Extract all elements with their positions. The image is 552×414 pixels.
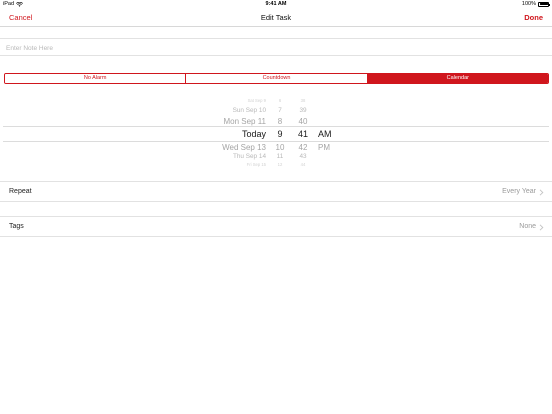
picker-minute-item[interactable]: 42 <box>291 143 315 152</box>
segment-calendar[interactable]: Calendar <box>367 74 548 83</box>
picker-minute-item[interactable]: 38 <box>291 98 315 103</box>
picker-date-item[interactable]: Sun Sep 10 <box>233 107 266 114</box>
battery-fill <box>539 3 548 5</box>
picker-date-item[interactable]: Wed Sep 13 <box>222 143 266 152</box>
picker-minute-item[interactable]: 44 <box>291 162 315 167</box>
note-row <box>0 38 552 56</box>
picker-hour-item[interactable]: 12 <box>268 162 292 167</box>
alarm-mode-segmented-control: No Alarm Countdown Calendar <box>4 73 549 84</box>
repeat-value: Every Year <box>502 188 536 195</box>
battery-tip <box>549 3 550 6</box>
picker-minute-item[interactable]: 43 <box>291 153 315 160</box>
tags-value: None <box>519 223 536 230</box>
picker-date-item[interactable]: Sat Sep 9 <box>248 98 266 103</box>
page-title: Edit Task <box>260 13 292 22</box>
picker-ampm-item[interactable]: PM <box>318 143 330 152</box>
picker-minute-column[interactable]: 38 39 40 41 42 43 44 <box>291 98 315 170</box>
picker-minute-item[interactable]: 39 <box>291 107 315 114</box>
picker-date-column[interactable]: Sat Sep 9 Sun Sep 10 Mon Sep 11 Today Wed Se… <box>150 98 266 170</box>
picker-hour-item[interactable]: 8 <box>268 117 292 126</box>
picker-hour-item[interactable]: 11 <box>268 153 292 160</box>
picker-hour-item[interactable]: 6 <box>268 98 292 103</box>
date-time-picker: Sat Sep 9 Sun Sep 10 Mon Sep 11 Today Wed Se… <box>0 98 552 170</box>
picker-hour-column[interactable]: 6 7 8 9 10 11 12 <box>268 98 292 170</box>
segment-no-alarm[interactable]: No Alarm <box>5 74 187 83</box>
repeat-row[interactable]: Repeat Every Year <box>0 181 552 202</box>
repeat-label: Repeat <box>9 188 32 195</box>
picker-date-item[interactable]: Mon Sep 11 <box>223 117 266 126</box>
status-time: 9:41 AM <box>265 1 287 7</box>
picker-minute-item[interactable]: 41 <box>291 129 315 139</box>
status-bar: iPad 9:41 AM 100% <box>0 0 552 9</box>
tags-label: Tags <box>9 223 24 230</box>
nav-bar: Cancel Edit Task Done <box>0 9 552 27</box>
picker-date-item[interactable]: Thu Sep 14 <box>233 153 266 160</box>
picker-hour-item[interactable]: 7 <box>268 107 292 114</box>
done-button[interactable]: Done <box>524 13 543 22</box>
picker-ampm-column[interactable]: AM PM <box>318 98 358 170</box>
picker-date-item[interactable]: Fri Sep 15 <box>247 162 266 167</box>
segment-countdown[interactable]: Countdown <box>186 74 368 83</box>
status-right: 100% <box>521 1 550 7</box>
picker-date-item[interactable]: Today <box>242 129 266 139</box>
picker-minute-item[interactable]: 40 <box>291 117 315 126</box>
tags-row[interactable]: Tags None <box>0 216 552 237</box>
battery-icon <box>538 1 550 7</box>
note-input[interactable] <box>6 42 546 54</box>
chevron-right-icon <box>539 224 544 231</box>
battery-percent: 100% <box>521 1 536 7</box>
picker-hour-item[interactable]: 10 <box>268 143 292 152</box>
chevron-right-icon <box>539 189 544 196</box>
picker-hour-item[interactable]: 9 <box>268 129 292 139</box>
picker-ampm-item[interactable]: AM <box>318 129 332 139</box>
